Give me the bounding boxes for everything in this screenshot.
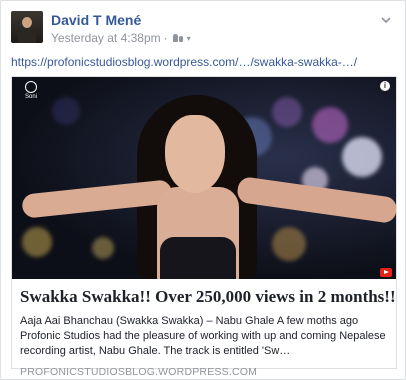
chevron-down-icon[interactable] — [379, 13, 393, 27]
channel-logo: Soni — [18, 81, 44, 103]
avatar-body — [18, 28, 36, 43]
card-description: Aaja Aai Bhanchau (Swakka Swakka) – Nabu… — [20, 315, 386, 357]
post-meta: Yesterday at 4:38pm · ▾ — [51, 31, 191, 45]
post-header: David T Mené Yesterday at 4:38pm · ▾ — [11, 11, 397, 45]
link-preview-card[interactable]: Soni i Swakka Swakka!! Over 250,000 view… — [11, 76, 397, 378]
thumbnail-subject — [165, 115, 225, 193]
video-thumbnail[interactable]: Soni i — [12, 77, 396, 279]
meta-separator: · — [163, 31, 168, 45]
youtube-icon — [380, 268, 392, 277]
audience-caret-icon[interactable]: ▾ — [187, 34, 191, 43]
feed-post: David T Mené Yesterday at 4:38pm · ▾ htt… — [0, 0, 406, 380]
author-name[interactable]: David T Mené — [51, 12, 141, 28]
friends-icon[interactable] — [172, 34, 183, 42]
thumbnail-subject — [160, 237, 236, 279]
post-timestamp[interactable]: Yesterday at 4:38pm — [51, 31, 161, 45]
post-link[interactable]: https://profonicstudiosblog.wordpress.co… — [11, 55, 357, 69]
card-title[interactable]: Swakka Swakka!! Over 250,000 views in 2 … — [20, 286, 396, 308]
card-body[interactable]: Swakka Swakka!! Over 250,000 views in 2 … — [20, 286, 396, 378]
info-icon[interactable]: i — [380, 81, 390, 91]
card-domain: PROFONICSTUDIOSBLOG.WORDPRESS.COM — [20, 366, 258, 378]
avatar-head — [22, 17, 32, 28]
avatar[interactable] — [11, 11, 43, 43]
